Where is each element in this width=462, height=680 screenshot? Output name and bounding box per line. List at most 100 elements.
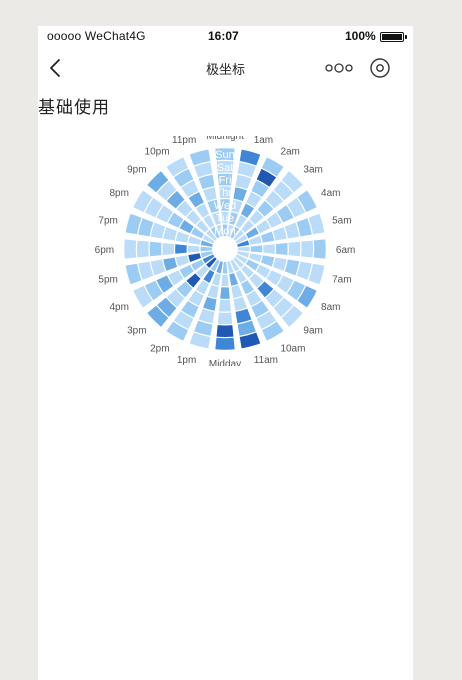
heatmap-cell-sat-12: [216, 325, 234, 337]
heatmap-cell-tue-17: [188, 253, 201, 263]
more-dots-icon: [325, 63, 353, 73]
heatmap-cell-sat-23: [194, 162, 213, 178]
hour-label-12: Midday: [209, 359, 241, 366]
hour-label-16: 4pm: [110, 302, 129, 313]
hour-label-22: 10pm: [145, 146, 170, 157]
hour-label-6: 6am: [336, 245, 355, 256]
day-label-mon: Mon: [214, 225, 235, 237]
heatmap-cell-wed-17: [175, 255, 190, 267]
heatmap-cell-thu-7: [272, 257, 287, 271]
heatmap-cell-thu-6: [275, 243, 288, 255]
hour-label-21: 9pm: [127, 164, 146, 175]
hour-label-4: 4am: [321, 188, 340, 199]
heatmap-cell-wed-20: [179, 220, 194, 234]
heatmap-cell-sat-5: [296, 218, 312, 237]
heatmap-cell-tue-19: [188, 235, 201, 245]
heatmap-cell-wed-14: [196, 280, 210, 295]
heatmap-cell-sat-6: [301, 240, 313, 258]
hour-label-8: 8am: [321, 302, 340, 313]
status-bar: ooooo WeChat4G 16:07 100%: [38, 26, 413, 46]
heatmap-cell-fri-12: [217, 312, 233, 325]
hour-label-0: Midnight: [206, 136, 244, 142]
battery-percent: 100%: [345, 29, 376, 43]
heatmap-cell-wed-16: [179, 264, 194, 278]
heatmap-cell-thu-18: [162, 243, 175, 255]
heatmap-cell-wed-22: [196, 203, 210, 218]
hour-label-2: 2am: [280, 146, 299, 157]
heatmap-cell-tue-6: [250, 245, 263, 253]
heatmap-cell-tue-18: [187, 245, 200, 253]
heatmap-cell-mon-6: [237, 246, 250, 252]
heatmap-cell-fri-23: [198, 174, 215, 190]
heatmap-cell-sat-13: [194, 320, 213, 336]
heatmap-cell-mon-18: [200, 246, 213, 252]
day-label-thu: Thu: [216, 187, 235, 199]
hour-label-9: 9am: [303, 326, 322, 337]
mini-program-capsule: [320, 55, 404, 81]
heatmap-cell-fri-11: [235, 308, 252, 324]
heatmap-cell-thu-17: [163, 257, 178, 271]
heatmap-cell-wed-4: [256, 220, 271, 234]
heatmap-cell-sat-17: [138, 261, 154, 280]
hour-label-1: 1am: [254, 136, 273, 146]
hour-label-13: 1pm: [177, 355, 196, 366]
hour-label-11: 11am: [254, 355, 278, 366]
day-label-fri: Fri: [219, 174, 232, 186]
heatmap-cell-wed-13: [207, 284, 219, 299]
close-button[interactable]: [367, 55, 393, 81]
hour-label-14: 2pm: [150, 344, 169, 355]
heatmap-cell-fri-13: [198, 308, 215, 324]
hour-label-20: 8pm: [110, 188, 129, 199]
heatmap-cell-wed-7: [260, 255, 275, 267]
heatmap-cell-sat-11: [237, 320, 256, 336]
heatmap-cell-fri-7: [284, 259, 300, 276]
carrier-label: ooooo WeChat4G: [47, 29, 146, 43]
heatmap-cell-fri-1: [235, 174, 252, 190]
hour-label-23: 11pm: [172, 136, 196, 146]
heatmap-cell-thu-11: [233, 296, 247, 311]
heatmap-cell-fri-17: [150, 259, 166, 276]
battery-icon: [380, 32, 407, 42]
heatmap-cell-sat-7: [296, 261, 312, 280]
heatmap-cell-mon-12: [222, 261, 228, 274]
heatmap-cell-wed-12: [220, 287, 230, 299]
heatmap-cell-sun-12: [215, 337, 235, 350]
heatmap-cell-sat-1: [237, 162, 256, 178]
more-button[interactable]: [322, 59, 356, 77]
hour-label-19: 7pm: [98, 216, 117, 227]
hour-label-17: 5pm: [98, 274, 117, 285]
heatmap-cell-wed-18: [175, 244, 187, 254]
hour-label-7: 7am: [332, 274, 351, 285]
day-label-sun: Sun: [215, 149, 235, 161]
heatmap-cell-wed-19: [175, 231, 190, 243]
heatmap-cell-tue-7: [249, 253, 262, 263]
phone-screen: ooooo WeChat4G 16:07 100% 极坐标 基础使用 Mon T…: [38, 26, 413, 680]
hour-label-10: 10am: [280, 344, 305, 355]
section-title: 基础使用: [38, 98, 110, 117]
heatmap-cell-wed-11: [231, 284, 243, 299]
nav-bar: 极坐标: [38, 46, 413, 90]
heatmap-cell-thu-13: [203, 296, 217, 311]
polar-heatmap-chart: MonTueWedThuFriSatSun Midnight 1am 2am 3am 4…: [95, 136, 356, 366]
hour-label-15: 3pm: [127, 326, 146, 337]
status-time: 16:07: [208, 29, 239, 43]
heatmap-cell-sun-6: [313, 239, 326, 259]
heatmap-cell-wed-6: [263, 244, 275, 254]
hour-label-18: 6pm: [95, 245, 114, 256]
heatmap-cell-tue-5: [249, 235, 262, 245]
hour-label-5: 5am: [332, 216, 351, 227]
heatmap-cell-sat-18: [137, 240, 149, 258]
heatmap-cell-thu-5: [272, 227, 287, 241]
day-label-tue: Tue: [216, 213, 235, 225]
heatmap-cell-fri-5: [284, 222, 300, 239]
heatmap-cell-fri-19: [150, 222, 166, 239]
heatmap-cell-thu-19: [163, 227, 178, 241]
heatmap-cell-wed-5: [260, 231, 275, 243]
heatmap-cell-wed-2: [240, 203, 254, 218]
heatmap-cell-fri-18: [149, 241, 162, 257]
heatmap-cell-fri-6: [288, 241, 301, 257]
heatmap-cell-tue-12: [221, 274, 229, 287]
day-label-wed: Wed: [214, 200, 236, 212]
heatmap-cell-tue-13: [211, 273, 221, 286]
hour-label-3: 3am: [303, 164, 322, 175]
